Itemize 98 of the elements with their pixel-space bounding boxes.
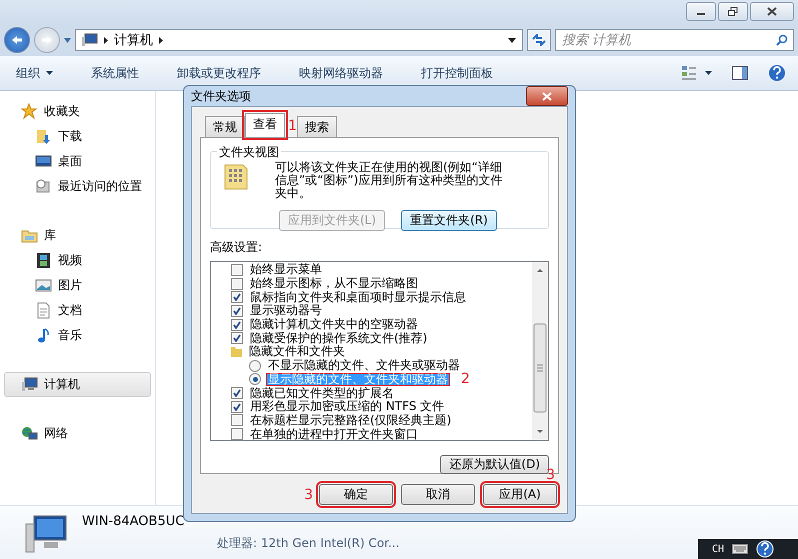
close-icon — [542, 92, 552, 100]
back-button[interactable] — [4, 27, 30, 53]
radio-button[interactable] — [249, 360, 261, 372]
folder-icon — [231, 346, 242, 358]
close-button[interactable] — [526, 86, 568, 106]
checkbox[interactable] — [231, 278, 243, 290]
tab[interactable]: 常规 — [205, 116, 245, 137]
film-strip-icon — [35, 252, 52, 269]
setting-label[interactable]: 隐藏受保护的操作系统文件(推荐) — [248, 332, 430, 345]
dialog-button[interactable]: 取消 — [401, 484, 475, 505]
dialog-button[interactable]: 应用(A) — [483, 484, 557, 505]
checkbox[interactable] — [231, 414, 243, 426]
radio-button[interactable] — [249, 373, 261, 386]
setting-label[interactable]: 在单独的进程中打开文件夹窗口 — [248, 428, 420, 440]
description-text: 可以将该文件夹正在使用的视图(例如“详细信息”或“图标”)应用到所有这种类型的文件夹中。 — [275, 161, 504, 200]
refresh-button[interactable] — [527, 29, 551, 51]
checkbox[interactable] — [231, 291, 243, 304]
caret-icon — [705, 71, 712, 75]
setting-label[interactable]: 始终显示菜单 — [248, 263, 324, 276]
setting-label[interactable]: 显示驱动器号 — [248, 304, 324, 318]
preview-pane-icon[interactable] — [732, 66, 748, 80]
dialog-title: 文件夹选项 — [191, 88, 251, 104]
tab[interactable]: 查看 — [245, 113, 285, 137]
left-arrow-icon — [11, 35, 23, 45]
dropdown-arrow-icon — [508, 38, 516, 42]
dialog-button[interactable]: 确定 — [319, 484, 393, 505]
group-title: 文件夹视图 — [217, 144, 281, 161]
dropdown-arrow-icon — [64, 38, 71, 42]
setting-label[interactable]: 在标题栏显示完整路径(仅限经典主题) — [248, 414, 454, 427]
sidebar-item[interactable]: 视频 — [4, 248, 151, 273]
toolbar-button[interactable]: 映射网络驱动器 — [295, 62, 387, 84]
processor-info: 处理器: 12th Gen Intel(R) Cor... — [217, 535, 400, 552]
search-field[interactable]: 搜索 计算机 — [555, 29, 794, 51]
restore-button[interactable] — [718, 2, 748, 21]
close-button[interactable] — [750, 2, 794, 21]
keyboard-icon[interactable] — [732, 544, 748, 554]
sidebar-item[interactable]: 网络 — [4, 421, 151, 446]
sidebar-item[interactable]: 计算机 — [4, 372, 151, 397]
checkbox[interactable] — [231, 318, 243, 331]
breadcrumb-arrow-icon — [159, 36, 163, 44]
toolbar-button[interactable]: 组织 — [12, 62, 57, 84]
setting-label[interactable]: 不显示隐藏的文件、文件夹或驱动器 — [266, 359, 462, 372]
setting-label[interactable]: 隐藏计算机文件夹中的空驱动器 — [248, 318, 420, 332]
advanced-settings-label: 高级设置: — [210, 239, 264, 256]
view-options-button[interactable] — [681, 65, 712, 81]
help-icon[interactable] — [756, 540, 774, 558]
sidebar-item[interactable]: 库 — [4, 223, 151, 248]
restore-icon — [728, 7, 738, 16]
breadcrumb-arrow-icon — [104, 36, 108, 44]
checkbox[interactable] — [231, 304, 243, 317]
annotation-number: 3 — [304, 488, 313, 502]
computer-name: WIN-84AOB5UC — [82, 514, 186, 529]
document-icon — [35, 302, 52, 319]
annotation-number: 1 — [288, 119, 297, 133]
folder-button[interactable]: 重置文件夹(R) — [401, 210, 497, 231]
tab[interactable]: 搜索 — [296, 116, 337, 137]
picture-icon — [35, 277, 52, 294]
annotation-number: 2 — [461, 372, 470, 386]
setting-label[interactable]: 隐藏已知文件类型的扩展名 — [248, 386, 396, 400]
setting-label[interactable]: 用彩色显示加密或压缩的 NTFS 文件 — [248, 400, 446, 414]
music-note-icon — [35, 327, 52, 344]
checkbox[interactable] — [231, 400, 243, 413]
toolbar-button[interactable]: 卸载或更改程序 — [173, 62, 265, 84]
sidebar-item[interactable]: 图片 — [4, 273, 151, 298]
refresh-arrows-icon — [532, 34, 546, 46]
sidebar-item[interactable]: 音乐 — [4, 323, 151, 348]
annotation-number: 3 — [546, 468, 555, 482]
globe-computer-icon — [21, 425, 38, 442]
folder-button: 应用到文件夹(L) — [279, 210, 386, 231]
clock-folder-icon — [35, 178, 52, 195]
checkbox[interactable] — [231, 264, 243, 276]
star-icon — [21, 103, 38, 120]
computer-icon — [21, 376, 38, 393]
sidebar-item[interactable]: 收藏夹 — [4, 99, 151, 124]
setting-label[interactable]: 始终显示图标，从不显示缩略图 — [248, 277, 420, 290]
close-icon — [767, 7, 777, 16]
sidebar-item[interactable]: 文档 — [4, 298, 151, 323]
restore-defaults-button[interactable]: 还原为默认值(D) — [440, 455, 549, 474]
setting-label: 隐藏文件和文件夹 — [248, 345, 346, 358]
minimize-button[interactable] — [686, 2, 716, 21]
language-indicator[interactable]: CH — [712, 544, 724, 554]
computer-icon — [24, 514, 68, 554]
details-view-icon — [681, 65, 697, 81]
sidebar-item[interactable]: 最近访问的位置 — [4, 174, 151, 199]
address-segment[interactable]: 计算机 — [114, 31, 153, 49]
setting-label[interactable]: 鼠标指向文件夹和桌面项时显示提示信息 — [248, 290, 468, 304]
address-bar[interactable]: 计算机 — [75, 29, 523, 51]
computer-icon — [82, 33, 98, 47]
checkbox[interactable] — [231, 332, 243, 344]
toolbar-button[interactable]: 系统属性 — [87, 62, 143, 84]
folder-with-arrow-icon — [35, 128, 52, 145]
checkbox[interactable] — [231, 428, 243, 440]
toolbar-button[interactable]: 打开控制面板 — [417, 62, 497, 84]
search-icon — [776, 34, 788, 46]
right-arrow-icon — [41, 35, 53, 45]
sidebar-item[interactable]: 桌面 — [4, 149, 151, 174]
checkbox[interactable] — [231, 387, 243, 400]
sidebar-item[interactable]: 下载 — [4, 124, 151, 149]
